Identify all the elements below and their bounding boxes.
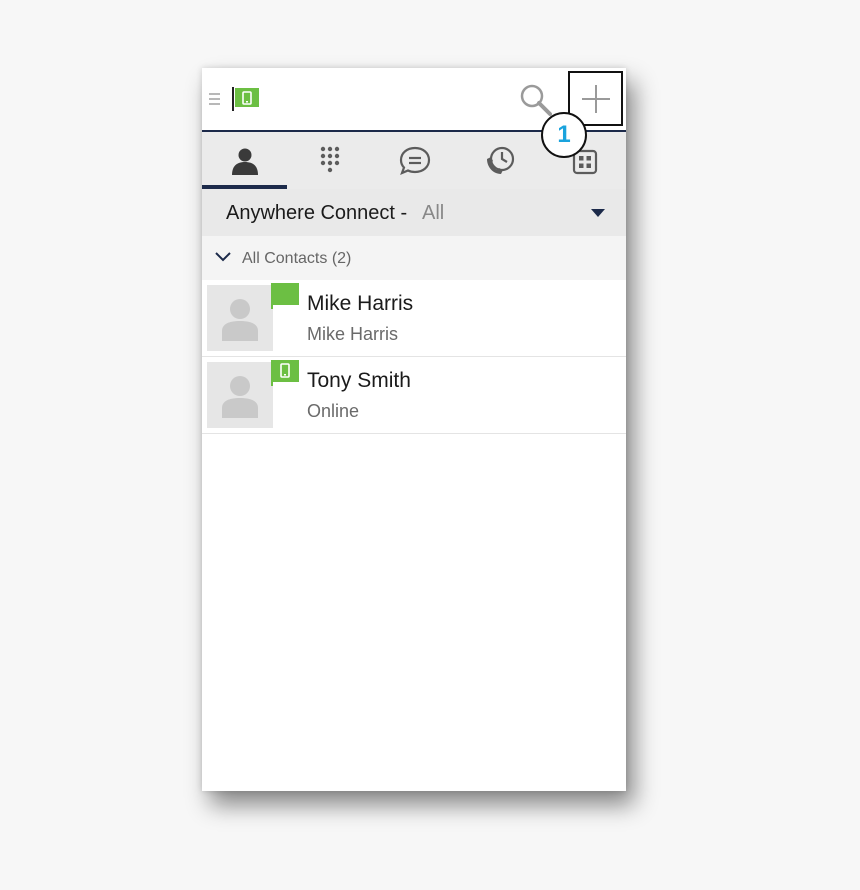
presence-flag-icon (271, 283, 299, 309)
presence-status-icon[interactable] (231, 85, 261, 113)
filter-value: All (422, 202, 445, 224)
tab-contacts[interactable] (202, 132, 287, 189)
contact-source-filter[interactable]: Anywhere Connect - All (202, 189, 626, 236)
contact-name: Mike Harris (307, 292, 414, 315)
dialpad-icon (320, 146, 340, 173)
avatar (207, 285, 273, 351)
avatar (207, 362, 273, 428)
plus-icon (582, 85, 610, 113)
list-item[interactable]: Tony Smith Online (202, 357, 626, 434)
tab-call-history[interactable] (457, 132, 542, 189)
hamburger-menu-icon[interactable] (209, 93, 220, 105)
contact-subtitle: Online (307, 401, 360, 421)
presence-flag-mobile-icon (271, 360, 299, 386)
tab-chat[interactable] (372, 132, 457, 189)
dropdown-arrow-icon[interactable] (591, 209, 605, 217)
phone-screen: 1 Anywhere Connect - All All Contacts (2… (202, 68, 626, 791)
contact-name: Tony Smith (307, 369, 411, 392)
chevron-down-icon (215, 252, 231, 262)
person-placeholder-icon (222, 376, 258, 418)
contact-group-header[interactable]: All Contacts (2) (202, 236, 626, 281)
group-title: All Contacts (2) (242, 250, 352, 267)
tab-dialpad[interactable] (287, 132, 372, 189)
contact-subtitle: Mike Harris (307, 324, 399, 344)
step-callout-badge: 1 (541, 112, 587, 158)
search-icon[interactable] (519, 83, 553, 117)
person-placeholder-icon (222, 299, 258, 341)
filter-label: Anywhere Connect - (226, 202, 408, 224)
call-history-icon (487, 146, 515, 174)
person-icon (232, 148, 258, 175)
chat-bubble-icon (399, 146, 431, 175)
list-item[interactable]: Mike Harris Mike Harris (202, 280, 626, 357)
